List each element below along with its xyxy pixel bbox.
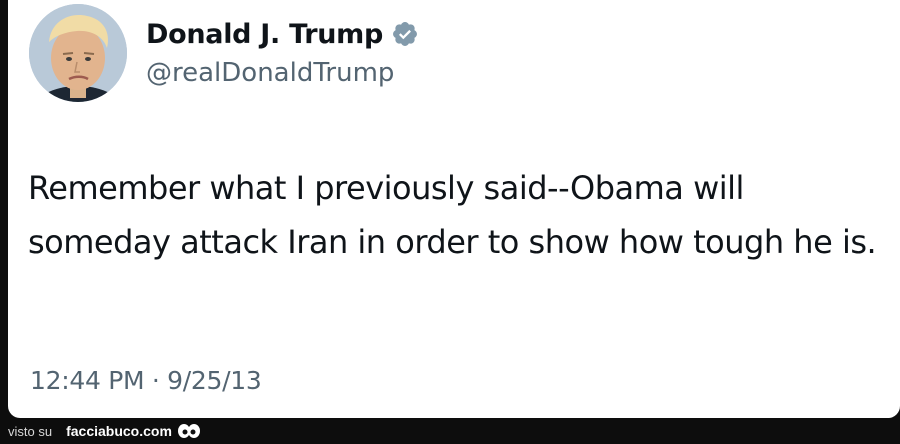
avatar-portrait-icon (29, 4, 127, 102)
author-name-row: Donald J. Trump (146, 14, 419, 54)
tweet-text: Remember what I previously said--Obama w… (28, 169, 877, 261)
watermark-site[interactable]: facciabuco.com (66, 423, 172, 439)
tweet-timestamp[interactable]: 12:44 PM · 9/25/13 (30, 366, 262, 395)
verified-badge-icon[interactable] (391, 20, 419, 48)
screenshot-frame: Donald J. Trump @realDonaldTrump Remembe… (0, 0, 900, 444)
watermark-prefix: visto su (8, 423, 53, 439)
display-name[interactable]: Donald J. Trump (146, 19, 383, 50)
avatar[interactable] (29, 4, 127, 102)
tweet-card: Donald J. Trump @realDonaldTrump Remembe… (8, 0, 900, 418)
watermark-footer: visto su facciabuco.com (0, 418, 900, 444)
user-handle[interactable]: @realDonaldTrump (146, 58, 394, 88)
eyes-icon (177, 423, 201, 439)
